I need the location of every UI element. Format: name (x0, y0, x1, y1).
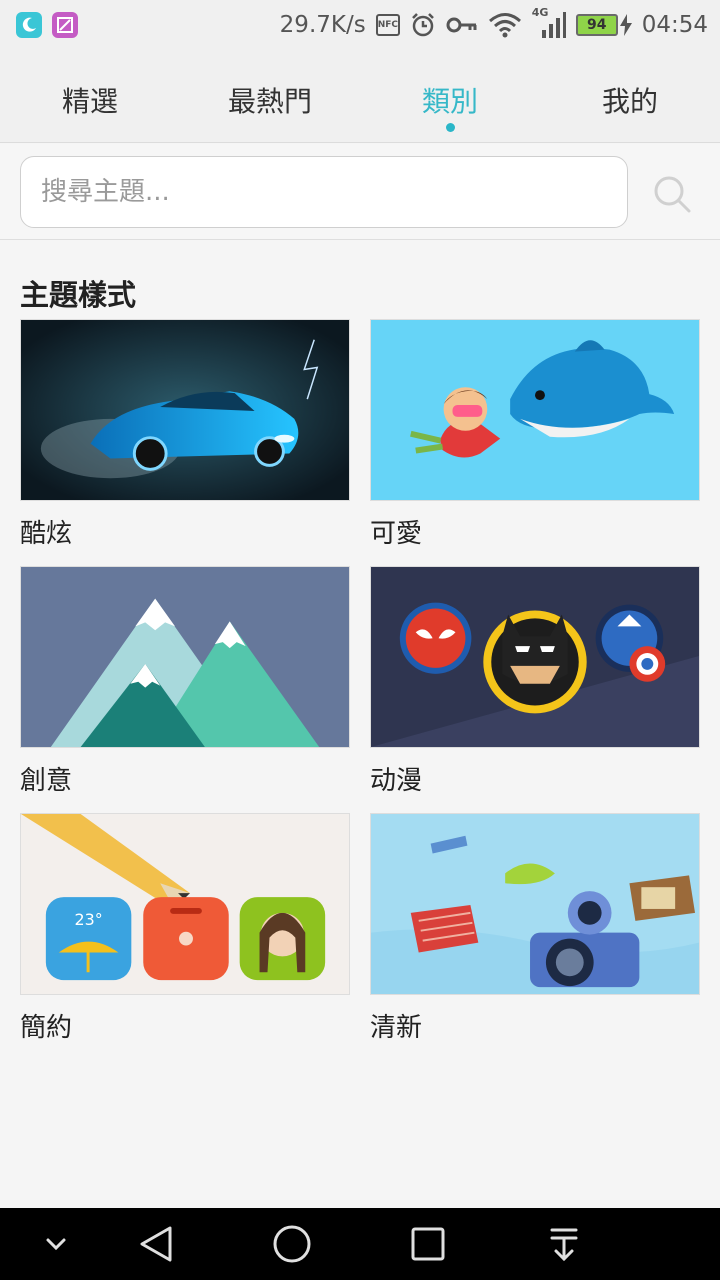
section-title: 主題樣式 (20, 278, 137, 312)
category-label: 酷炫 (20, 519, 73, 549)
back-triangle-icon[interactable] (136, 1224, 176, 1264)
tab-featured[interactable]: 精選 (0, 50, 180, 142)
search-bar (0, 144, 720, 240)
category-card-fresh[interactable]: 清新 (370, 813, 700, 1060)
floating-objects-thumbnail (370, 813, 700, 995)
tab-popular[interactable]: 最熱門 (180, 50, 360, 142)
clock: 04:54 (641, 12, 708, 38)
status-bar: 29.7K/s NFC 4G 94 04:54 (0, 0, 720, 50)
net-speed: 29.7K/s (279, 12, 366, 38)
diver-dolphin-thumbnail (370, 319, 700, 501)
pencil-apps-thumbnail: 23° (20, 813, 350, 995)
category-grid: 酷炫 可愛 創意 动漫 23° 簡約 清新 (20, 319, 700, 1060)
mountains-thumbnail (20, 566, 350, 748)
category-label: 創意 (20, 766, 73, 796)
search-icon[interactable] (652, 174, 692, 214)
notification-pull-icon[interactable] (544, 1224, 584, 1264)
charging-icon (619, 14, 632, 36)
active-tab-indicator (446, 123, 455, 132)
tab-categories[interactable]: 類別 (360, 50, 540, 142)
recents-square-icon[interactable] (408, 1224, 448, 1264)
category-card-creative[interactable]: 創意 (20, 566, 350, 813)
home-circle-icon[interactable] (272, 1224, 312, 1264)
navigation-bar (0, 1208, 720, 1280)
tab-mine[interactable]: 我的 (540, 50, 720, 142)
nfc-icon: NFC (375, 14, 400, 36)
moon-app-icon (16, 12, 42, 38)
search-box (20, 155, 628, 228)
alarm-icon (411, 13, 434, 37)
wifi-icon (488, 13, 521, 38)
search-input[interactable] (41, 176, 627, 207)
category-label: 可愛 (370, 519, 423, 549)
battery-icon: 94 (575, 14, 618, 36)
category-label: 动漫 (370, 766, 423, 796)
sports-car-thumbnail (20, 319, 350, 501)
collapse-chevron-icon[interactable] (36, 1224, 76, 1264)
category-card-anime[interactable]: 动漫 (370, 566, 700, 813)
category-label: 簡約 (20, 1013, 73, 1043)
image-app-icon (52, 12, 78, 38)
category-card-cool[interactable]: 酷炫 (20, 319, 350, 566)
svg-text:23°: 23° (74, 910, 102, 929)
key-icon (446, 17, 477, 33)
category-label: 清新 (370, 1013, 423, 1043)
top-tabs: 精選 最熱門 類別 我的 (0, 50, 720, 143)
superheroes-thumbnail (370, 566, 700, 748)
cell-signal-icon: 4G (532, 6, 566, 38)
category-card-simple[interactable]: 23° 簡約 (20, 813, 350, 1060)
category-card-cute[interactable]: 可愛 (370, 319, 700, 566)
